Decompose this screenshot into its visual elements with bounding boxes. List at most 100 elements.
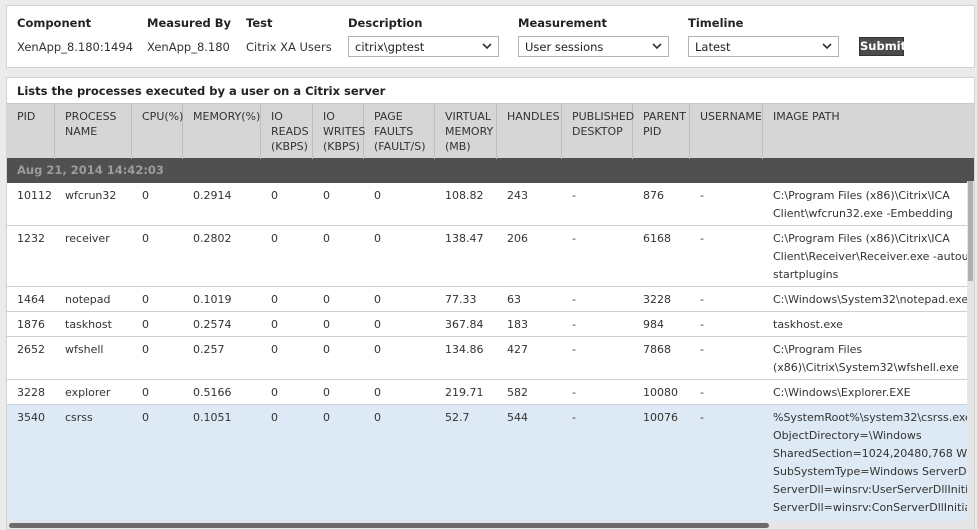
column-header-text: (KBPS): [323, 140, 360, 153]
table-row[interactable]: 10112 wfcrun32 0 0.2914 0 0 0 108.82 243 - 876 - C:\…: [7, 183, 974, 226]
horizontal-scrollbar-thumb[interactable]: [9, 523, 769, 528]
cell-username: -: [700, 189, 704, 202]
description-selected: citrix\gptest: [355, 40, 425, 54]
measurement-label: Measurement: [518, 16, 607, 30]
column-header-text: PID: [17, 110, 36, 123]
cell-handles: 582: [507, 386, 528, 399]
column-header-text: (FAULT/S): [374, 140, 426, 153]
cell-io-reads: 0: [271, 189, 278, 202]
cell-published-desktop: -: [572, 189, 576, 202]
table-row[interactable]: 1876 taskhost 0 0.2574 0 0 0 367.84 183 - 984 - task…: [7, 312, 974, 337]
cell-handles: 206: [507, 232, 528, 245]
column-header-virtual-memory[interactable]: VIRTUAL MEMORY (MB): [435, 104, 497, 159]
column-header-text: USERNAME: [700, 110, 762, 123]
cell-pid: 3228: [17, 386, 45, 399]
submit-button[interactable]: Submit: [859, 37, 906, 56]
cell-page-faults: 0: [374, 343, 381, 356]
table-header: PID PROCESS NAME CPU(%) MEMORY(%) IO READS (KBP…: [7, 103, 974, 159]
column-header-image-path[interactable]: IMAGE PATH: [763, 104, 974, 159]
column-header-text: DESKTOP: [572, 125, 623, 138]
cell-handles: 427: [507, 343, 528, 356]
cell-published-desktop: -: [572, 293, 576, 306]
chevron-down-icon: [822, 43, 832, 50]
cell-cpu: 0: [142, 411, 149, 424]
cell-io-reads: 0: [271, 411, 278, 424]
cell-io-reads: 0: [271, 343, 278, 356]
cell-handles: 544: [507, 411, 528, 424]
image-path-line: Client\wfcrun32.exe -Embedding: [773, 207, 953, 220]
description-label: Description: [348, 16, 423, 30]
column-header-io-writes[interactable]: IO WRITES (KBPS): [313, 104, 365, 159]
cell-parent-pid: 876: [643, 189, 664, 202]
cell-memory: 0.2802: [193, 232, 232, 245]
cell-image-path: C:\Windows\System32\notepad.exe: [773, 287, 974, 309]
cell-cpu: 0: [142, 232, 149, 245]
column-header-text: (KBPS): [271, 140, 308, 153]
horizontal-scrollbar[interactable]: [7, 521, 974, 529]
cell-pid: 10112: [17, 189, 52, 202]
table-row[interactable]: 2652 wfshell 0 0.257 0 0 0 134.86 427 - 7868 - C:\Pr…: [7, 337, 974, 380]
cell-process-name: csrss: [65, 411, 93, 424]
chevron-down-icon: [482, 43, 492, 50]
cell-cpu: 0: [142, 386, 149, 399]
cell-memory: 0.2914: [193, 189, 232, 202]
table-row[interactable]: 3228 explorer 0 0.5166 0 0 0 219.71 582 - 10080 - C:…: [7, 380, 974, 405]
process-table-panel: Lists the processes executed by a user o…: [6, 77, 975, 530]
cell-parent-pid: 6168: [643, 232, 671, 245]
column-header-username[interactable]: USERNAME: [690, 104, 763, 159]
cell-username: -: [700, 318, 704, 331]
column-header-pid[interactable]: PID: [7, 104, 55, 159]
column-header-text: PROCESS: [65, 110, 117, 123]
column-header-io-reads[interactable]: IO READS (KBPS): [261, 104, 313, 159]
process-table-body: PID PROCESS NAME CPU(%) MEMORY(%) IO READS (KBP…: [7, 103, 974, 521]
column-header-text: (MB): [445, 140, 471, 153]
timeline-select[interactable]: Latest: [688, 36, 839, 57]
cell-process-name: explorer: [65, 386, 111, 399]
column-header-parent-pid[interactable]: PARENT PID: [633, 104, 690, 159]
cell-page-faults: 0: [374, 386, 381, 399]
cell-parent-pid: 10076: [643, 411, 678, 424]
cell-virtual-memory: 138.47: [445, 232, 484, 245]
vertical-scrollbar-thumb[interactable]: [968, 181, 973, 281]
column-header-handles[interactable]: HANDLES: [497, 104, 562, 159]
cell-published-desktop: -: [572, 232, 576, 245]
table-row[interactable]: 1232 receiver 0 0.2802 0 0 0 138.47 206 - 6168 - C:\…: [7, 226, 974, 287]
cell-parent-pid: 984: [643, 318, 664, 331]
cell-handles: 183: [507, 318, 528, 331]
cell-parent-pid: 3228: [643, 293, 671, 306]
column-header-page-faults[interactable]: PAGE FAULTS (FAULT/S): [364, 104, 435, 159]
image-path-line: C:\Program Files (x86)\Citrix\ICA: [773, 189, 950, 202]
cell-virtual-memory: 219.71: [445, 386, 484, 399]
cell-process-name: receiver: [65, 232, 110, 245]
cell-username: -: [700, 343, 704, 356]
table-row[interactable]: 3540 csrss 0 0.1051 0 0 0 52.7 544 - 10076 - %System…: [7, 405, 974, 521]
cell-virtual-memory: 134.86: [445, 343, 484, 356]
cell-page-faults: 0: [374, 411, 381, 424]
column-header-text: PID: [643, 125, 662, 138]
measurement-select[interactable]: User sessions: [518, 36, 669, 57]
column-header-text: VIRTUAL: [445, 110, 492, 123]
cell-page-faults: 0: [374, 293, 381, 306]
cell-username: -: [700, 386, 704, 399]
vertical-scrollbar[interactable]: [967, 181, 974, 529]
image-path-line: C:\Program Files: [773, 343, 863, 356]
cell-cpu: 0: [142, 318, 149, 331]
cell-io-writes: 0: [323, 411, 330, 424]
image-path-line: startplugins: [773, 268, 839, 281]
table-row[interactable]: 1464 notepad 0 0.1019 0 0 0 77.33 63 - 3228 - C:\Win…: [7, 287, 974, 312]
cell-memory: 0.1019: [193, 293, 232, 306]
description-select[interactable]: citrix\gptest: [348, 36, 499, 57]
column-header-memory[interactable]: MEMORY(%): [183, 104, 261, 159]
cell-username: -: [700, 293, 704, 306]
cell-image-path: C:\Windows\Explorer.EXE: [773, 380, 974, 402]
column-header-process-name[interactable]: PROCESS NAME: [55, 104, 132, 159]
column-header-text: CPU(%): [142, 110, 184, 123]
image-path-line: C:\Windows\Explorer.EXE: [773, 386, 911, 399]
column-header-published-desktop[interactable]: PUBLISHED DESKTOP: [562, 104, 634, 159]
cell-io-writes: 0: [323, 293, 330, 306]
column-header-cpu[interactable]: CPU(%): [132, 104, 183, 159]
test-label: Test: [246, 16, 273, 30]
timestamp-group-row: Aug 21, 2014 14:42:03: [7, 158, 974, 183]
cell-image-path: C:\Program Files (x86)\Citrix\System32\wf…: [773, 337, 974, 377]
cell-parent-pid: 10080: [643, 386, 678, 399]
